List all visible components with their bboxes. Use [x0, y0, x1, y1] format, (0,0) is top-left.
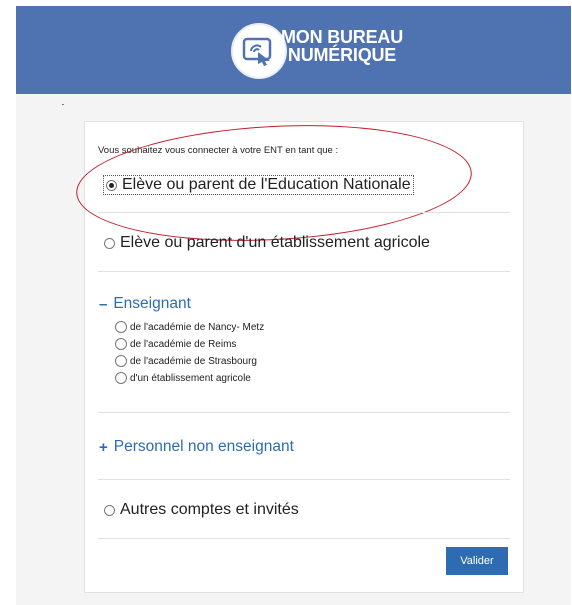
option-label: de l'académie de Reims	[130, 338, 237, 350]
option-label: Elève ou parent d'un établissement agric…	[120, 234, 430, 251]
section-personnel-toggle[interactable]: + Personnel non enseignant	[99, 438, 294, 456]
stray-dot	[62, 104, 64, 105]
option-eleve-education-nationale[interactable]: Elève ou parent de l'Education Nationale	[103, 175, 414, 195]
option-autres-comptes[interactable]: Autres comptes et invités	[104, 501, 299, 519]
expand-plus-icon: +	[99, 438, 108, 456]
radio-button[interactable]	[104, 237, 115, 249]
option-label: de l'académie de Nancy- Metz	[130, 321, 265, 333]
separator	[98, 479, 510, 480]
collapse-minus-icon: –	[99, 295, 108, 313]
option-enseignant-agricole[interactable]: d'un établissement agricole	[115, 372, 251, 384]
option-label: de l'académie de Strasbourg	[130, 355, 257, 367]
app-logo-text: MON BUREAU NUMÉRIQUE	[281, 28, 403, 64]
radio-button[interactable]	[115, 321, 127, 333]
validate-button[interactable]: Valider	[446, 547, 508, 575]
option-eleve-agricole[interactable]: Elève ou parent d'un établissement agric…	[104, 234, 430, 252]
login-prompt: Vous souhaitez vous connecter à votre EN…	[98, 145, 339, 156]
radio-button-selected[interactable]	[106, 179, 117, 191]
touch-tablet-icon	[231, 23, 287, 79]
separator	[98, 212, 510, 213]
section-title: Personnel non enseignant	[113, 438, 294, 455]
option-label: Autres comptes et invités	[120, 501, 299, 518]
radio-button[interactable]	[115, 355, 127, 367]
login-page: MON BUREAU NUMÉRIQUE Vous souhaitez vous…	[0, 0, 572, 605]
section-title: Enseignant	[113, 295, 191, 312]
option-enseignant-strasbourg[interactable]: de l'académie de Strasbourg	[115, 355, 257, 367]
option-label: Elève ou parent de l'Education Nationale	[122, 176, 411, 193]
logo-line-2: NUMÉRIQUE	[287, 45, 397, 65]
logo-line-1: MON BUREAU	[281, 27, 403, 47]
header-banner: MON BUREAU NUMÉRIQUE	[16, 6, 571, 94]
separator	[98, 412, 510, 413]
separator	[98, 538, 510, 539]
radio-button[interactable]	[104, 504, 115, 516]
radio-button[interactable]	[115, 338, 127, 350]
separator	[98, 271, 510, 272]
option-enseignant-nancy-metz[interactable]: de l'académie de Nancy- Metz	[115, 321, 264, 333]
section-enseignant-toggle[interactable]: – Enseignant	[99, 295, 191, 313]
option-label: d'un établissement agricole	[130, 372, 251, 384]
option-enseignant-reims[interactable]: de l'académie de Reims	[115, 338, 236, 350]
radio-button[interactable]	[115, 372, 127, 384]
